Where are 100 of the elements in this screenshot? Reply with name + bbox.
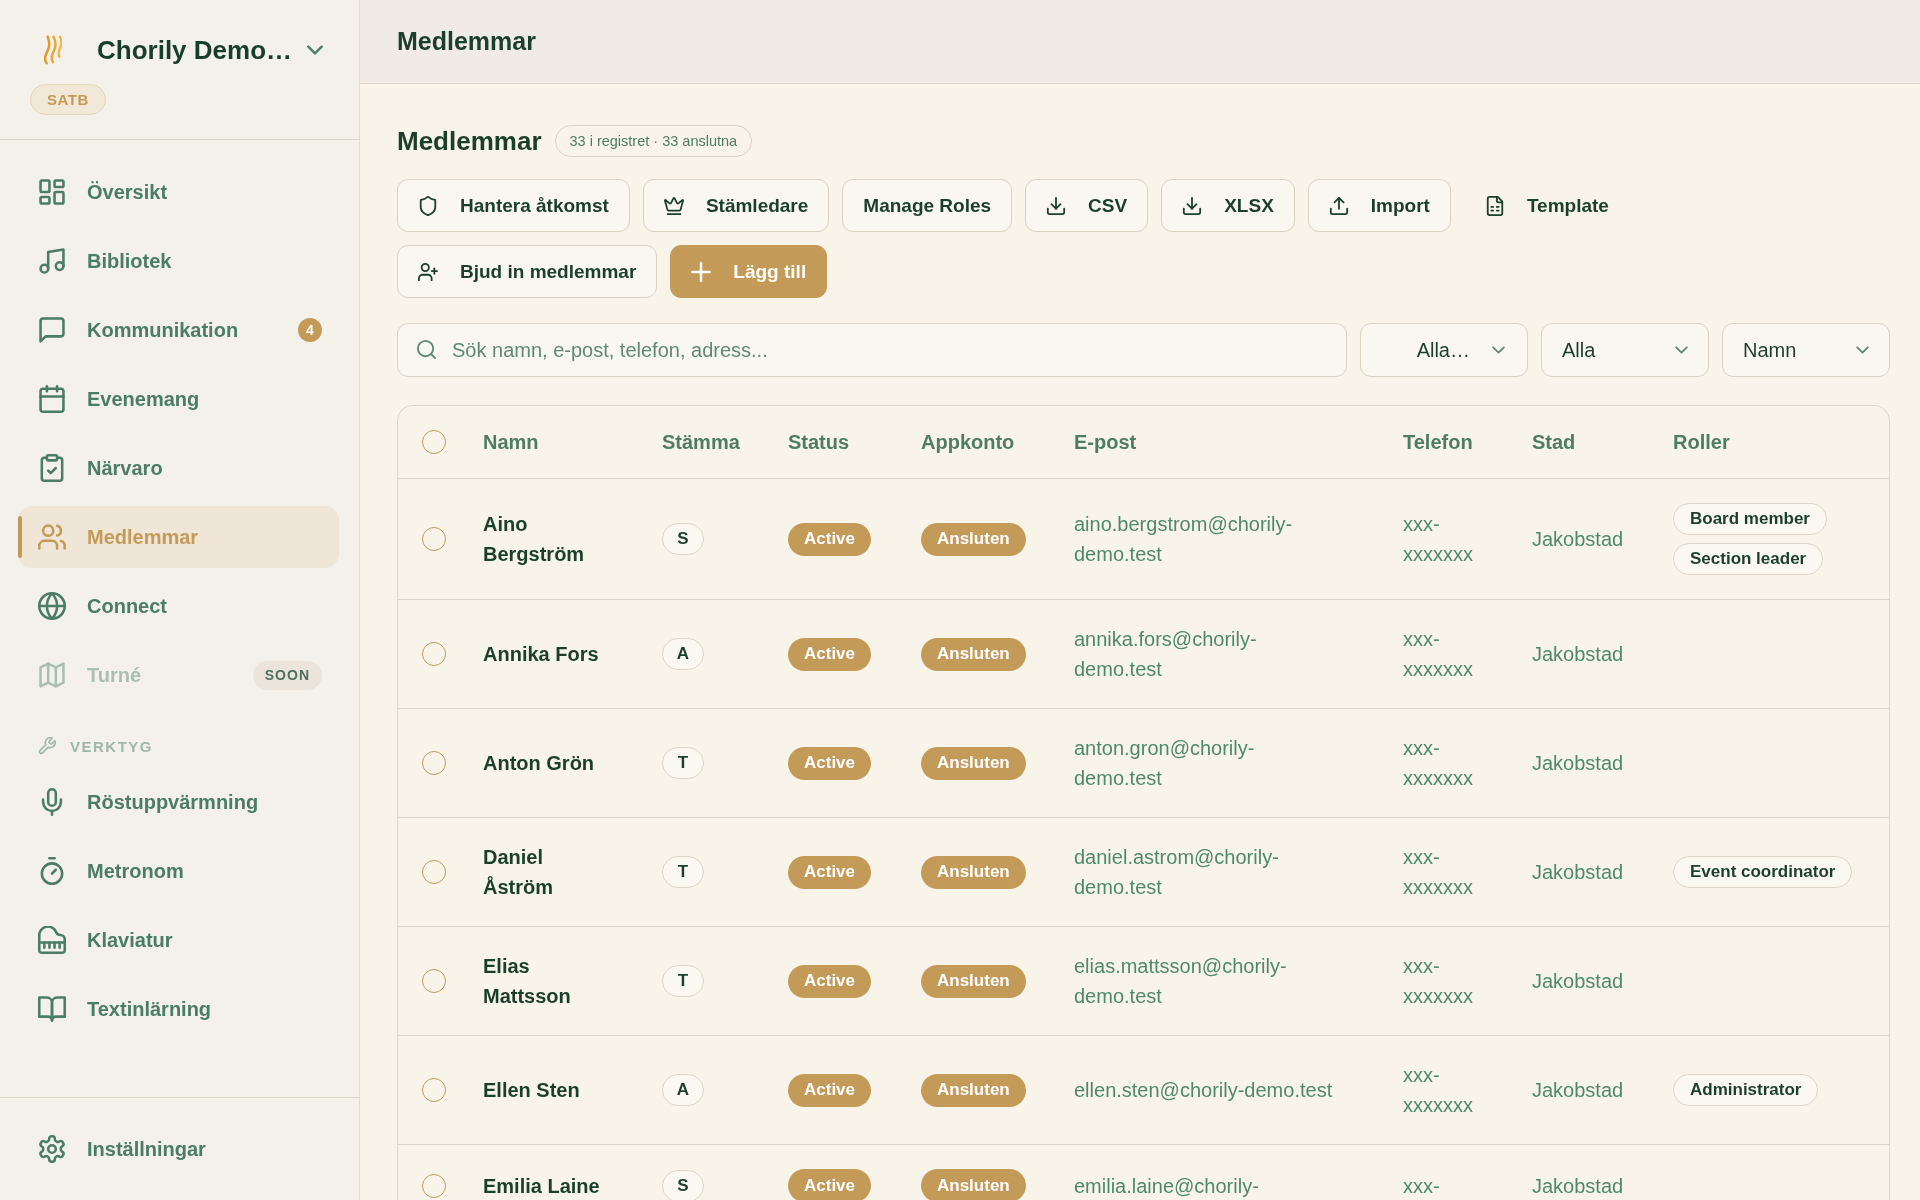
filter-dropdown[interactable]: Namn <box>1722 323 1890 377</box>
phone-text: xxx-xxxxxxx <box>1403 512 1474 567</box>
city-text: Jakobstad <box>1532 751 1624 776</box>
email-text: aino.bergstrom@chorily-demo.test <box>1074 512 1294 567</box>
nav-item[interactable]: Textinlärning <box>18 978 339 1040</box>
account-badge: Ansluten <box>921 855 1026 889</box>
add-person-icon <box>418 261 438 282</box>
member-name[interactable]: Ellen Sten <box>483 1075 580 1105</box>
member-name[interactable]: Elias Mattsson <box>483 951 613 1011</box>
phone-text: xxx-xxxxxxx <box>1403 627 1474 682</box>
email-text: elias.mattsson@chorily-demo.test <box>1074 954 1288 1009</box>
member-name[interactable]: Anton Grön <box>483 748 595 778</box>
toolbar-button[interactable]: Hantera åtkomst <box>397 179 630 232</box>
wrench-icon <box>38 737 56 755</box>
status-badge: Active <box>788 1073 872 1107</box>
upload-icon <box>1328 195 1349 216</box>
member-name[interactable]: Aino Bergström <box>483 509 613 569</box>
chevron-down-icon <box>1492 346 1505 354</box>
member-name[interactable]: Daniel Åström <box>483 842 613 902</box>
shield-icon <box>418 195 438 216</box>
role-tag: Section leader <box>1673 543 1824 575</box>
piano-icon <box>38 926 66 954</box>
city-text: Jakobstad <box>1532 1078 1624 1103</box>
column-header: Status <box>788 430 850 453</box>
search-field[interactable]: Sök namn, e-post, telefon, adress... <box>397 323 1347 377</box>
nav-item[interactable]: Inställningar <box>18 1118 339 1180</box>
document-icon <box>1484 195 1505 216</box>
toolbar-button[interactable]: Bjud in medlemmar <box>397 245 658 298</box>
voicing-tag: SATB <box>30 84 106 115</box>
account-badge: Ansluten <box>921 1073 1026 1107</box>
plus-icon <box>691 261 712 282</box>
crown-icon <box>663 195 684 216</box>
member-name[interactable]: Emilia Laine <box>483 1170 600 1200</box>
toolbar-button[interactable]: Import <box>1307 179 1451 232</box>
toolbar-button[interactable]: Manage Roles <box>842 179 1013 232</box>
city-text: Jakobstad <box>1532 860 1624 885</box>
section-heading: VERKTYG <box>70 737 153 755</box>
filter-dropdown[interactable]: Alla <box>1541 323 1709 377</box>
city-text: Jakobstad <box>1532 642 1624 667</box>
status-badge: Active <box>788 637 872 671</box>
nav-item[interactable]: Metronom <box>18 840 339 902</box>
music-note-icon <box>38 247 66 275</box>
grid-icon <box>38 178 66 206</box>
column-header: Roller <box>1673 430 1730 453</box>
nav-item[interactable]: Närvaro <box>18 437 339 499</box>
soon-tag: SOON <box>252 660 322 690</box>
nav-item[interactable]: Översikt <box>18 161 339 223</box>
section-title: Medlemmar <box>397 125 542 157</box>
voice-badge: T <box>662 856 704 888</box>
voice-badge: A <box>662 1074 704 1106</box>
voice-badge: T <box>662 747 704 779</box>
nav-item[interactable]: Bibliotek <box>18 230 339 292</box>
column-header: E-post <box>1074 430 1137 453</box>
filter-dropdown[interactable]: Alla… <box>1360 323 1528 377</box>
status-badge: Active <box>788 746 872 780</box>
member-name[interactable]: Annika Fors <box>483 639 599 669</box>
chevron-down-icon <box>307 45 323 55</box>
map-icon <box>38 661 66 689</box>
chevron-down-icon <box>1856 346 1869 354</box>
organization-switcher[interactable]: Chorily Demo… <box>97 34 329 66</box>
nav-item[interactable]: Evenemang <box>18 368 339 430</box>
voice-badge: S <box>662 523 704 555</box>
email-text: daniel.astrom@chorily-demo.test <box>1074 845 1280 900</box>
voice-badge: A <box>662 638 704 670</box>
toolbar-button[interactable]: CSV <box>1025 179 1149 232</box>
settings-icon <box>38 1135 66 1163</box>
account-badge: Ansluten <box>921 637 1026 671</box>
toolbar-button[interactable]: Template <box>1463 179 1630 232</box>
email-text: emilia.laine@chorily- <box>1074 1173 1259 1199</box>
toolbar-button[interactable]: XLSX <box>1161 179 1295 232</box>
phone-text: xxx-xxxxxxx <box>1403 1063 1474 1118</box>
clipboard-check-icon <box>38 454 66 482</box>
nav-item[interactable]: Klaviatur <box>18 909 339 971</box>
calendar-icon <box>38 385 66 413</box>
phone-text: xxx-xxxxxxx <box>1403 845 1474 900</box>
role-tag: Administrator <box>1673 1074 1819 1106</box>
phone-text: xxx-xxxxxxx <box>1403 954 1474 1009</box>
column-header: Stad <box>1532 430 1576 453</box>
role-tag: Board member <box>1673 503 1827 535</box>
phone-text: xxx- <box>1403 1173 1440 1199</box>
email-text: annika.fors@chorily-demo.test <box>1074 627 1258 682</box>
flame-logo-icon <box>44 35 62 65</box>
chevron-down-icon <box>1675 346 1688 354</box>
nav-item[interactable]: Connect <box>18 575 339 637</box>
stopwatch-icon <box>38 857 66 885</box>
city-text: Jakobstad <box>1532 1173 1624 1199</box>
status-badge: Active <box>788 1169 872 1200</box>
column-header: Stämma <box>662 430 740 453</box>
email-text: anton.gron@chorily-demo.test <box>1074 736 1256 791</box>
search-icon <box>416 339 437 360</box>
open-book-icon <box>38 995 66 1023</box>
status-badge: Active <box>788 964 872 998</box>
status-badge: Active <box>788 855 872 889</box>
column-header: Namn <box>483 430 539 453</box>
nav-item[interactable]: Röstuppvärmning <box>18 771 339 833</box>
city-text: Jakobstad <box>1532 527 1624 552</box>
status-badge: Active <box>788 522 872 556</box>
nav-item[interactable]: Kommunikation 4 <box>18 299 339 361</box>
toolbar-button[interactable]: Stämledare <box>642 179 830 232</box>
account-badge: Ansluten <box>921 964 1026 998</box>
